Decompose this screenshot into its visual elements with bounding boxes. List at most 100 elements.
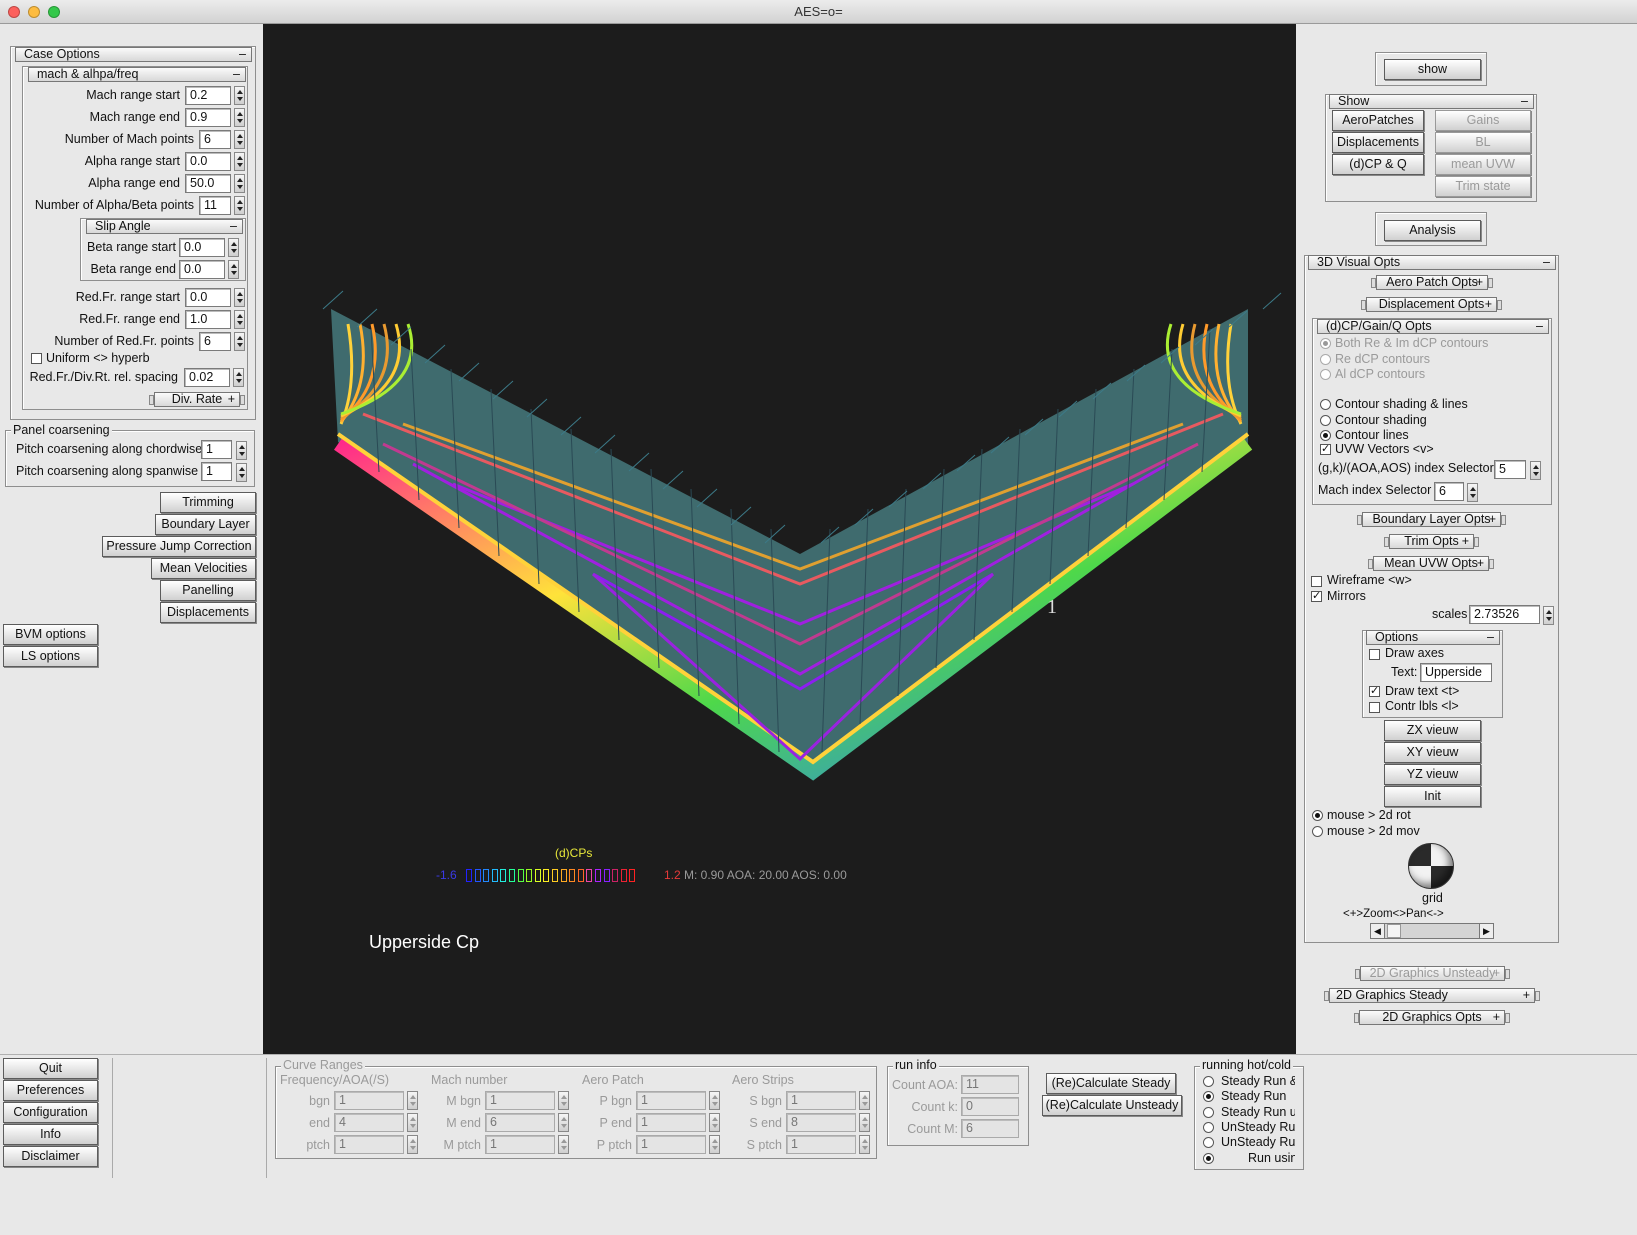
- chordwise-input[interactable]: 1: [201, 440, 232, 459]
- 3d-viewport[interactable]: (d)CPs -1.6 1.2 M: 0.90 AOA: 20.00 AOS: …: [263, 24, 1296, 1054]
- uvw-vectors-checkbox[interactable]: ✓: [1320, 444, 1331, 455]
- spanwise-spinner[interactable]: [236, 463, 247, 482]
- contour-radio[interactable]: [1320, 399, 1331, 410]
- trim-opts-toggle[interactable]: Trim Opts +: [1384, 534, 1479, 549]
- contour-radio[interactable]: [1320, 414, 1331, 426]
- redfr-spinner[interactable]: [234, 288, 245, 307]
- spacing-spinner[interactable]: [233, 368, 244, 387]
- visual-opts-header[interactable]: 3D Visual Opts –: [1308, 255, 1556, 270]
- chordwise-spinner[interactable]: [236, 441, 247, 460]
- mach-range-start-spinner[interactable]: [234, 86, 245, 105]
- scroll-left-icon[interactable]: ◀: [1371, 924, 1385, 938]
- mirrors-checkbox[interactable]: ✓: [1311, 591, 1322, 602]
- mouse-mode-radio[interactable]: [1312, 826, 1323, 837]
- graphics-unsteady-toggle[interactable]: 2D Graphics Unsteady +: [1355, 966, 1510, 981]
- redfr-input[interactable]: 6: [199, 332, 231, 351]
- running-radio[interactable]: [1203, 1106, 1214, 1118]
- displacement-opts-toggle[interactable]: Displacement Opts +: [1361, 297, 1502, 312]
- show-group-header[interactable]: Show –: [1329, 94, 1534, 109]
- contour-radio[interactable]: [1320, 430, 1331, 441]
- zx-vieuw-button[interactable]: ZX vieuw: [1384, 720, 1481, 741]
- curve-range-spinner[interactable]: [709, 1135, 720, 1154]
- alpha-range-end-spinner[interactable]: [234, 174, 245, 193]
- mean-uvw-opts-toggle[interactable]: Mean UVW Opts +: [1368, 556, 1494, 571]
- aeropatches-button[interactable]: AeroPatches: [1332, 110, 1424, 131]
- calculate-steady-button[interactable]: (Re)Calculate Steady: [1046, 1073, 1176, 1094]
- curve-range-spinner[interactable]: [558, 1091, 569, 1110]
- beta-spinner[interactable]: [228, 238, 239, 257]
- curve-range-spinner[interactable]: [859, 1113, 870, 1132]
- dcp-opts-header[interactable]: (d)CP/Gain/Q Opts –: [1317, 319, 1549, 334]
- div-rate-toggle[interactable]: Div. Rate +: [149, 392, 245, 407]
- boundary-layer-opts-toggle[interactable]: Boundary Layer Opts +: [1357, 512, 1506, 527]
- curve-range-input[interactable]: 1: [636, 1113, 706, 1132]
- graphics-opts-toggle[interactable]: 2D Graphics Opts +: [1354, 1010, 1510, 1025]
- running-radio[interactable]: [1203, 1152, 1214, 1164]
- d-cp-q-button[interactable]: (d)CP & Q: [1332, 154, 1424, 175]
- curve-range-input[interactable]: 1: [334, 1135, 404, 1154]
- spacing-input[interactable]: 0.02: [184, 368, 230, 387]
- scales-input[interactable]: 2.73526: [1469, 605, 1540, 624]
- mean-velocities-button[interactable]: Mean Velocities: [151, 558, 256, 579]
- curve-range-spinner[interactable]: [407, 1135, 418, 1154]
- rotation-ball-icon[interactable]: [1408, 843, 1454, 889]
- contr-lbls-checkbox[interactable]: [1369, 702, 1380, 713]
- dcp-radio[interactable]: [1320, 338, 1331, 349]
- disclaimer-button[interactable]: Disclaimer: [3, 1146, 98, 1167]
- graphics-steady-toggle[interactable]: 2D Graphics Steady +: [1324, 988, 1540, 1003]
- curve-range-input[interactable]: 1: [786, 1135, 856, 1154]
- case-options-header[interactable]: Case Options –: [15, 47, 252, 62]
- number-of-mach-points-spinner[interactable]: [234, 130, 245, 149]
- gains-button[interactable]: Gains: [1435, 110, 1531, 131]
- xy-vieuw-button[interactable]: XY vieuw: [1384, 742, 1481, 763]
- curve-range-input[interactable]: 1: [334, 1091, 404, 1110]
- text-field-input[interactable]: Upperside: [1420, 663, 1492, 682]
- number-of-alpha-beta-points-spinner[interactable]: [234, 196, 245, 215]
- displacements-button[interactable]: Displacements: [160, 602, 256, 623]
- index-selector-spinner[interactable]: [1530, 461, 1541, 480]
- mean-uvw-button[interactable]: mean UVW: [1435, 154, 1531, 175]
- number-of-alpha-beta-points-input[interactable]: 11: [199, 196, 231, 215]
- ls-options-button[interactable]: LS options: [3, 646, 98, 667]
- displacements-button[interactable]: Displacements: [1332, 132, 1424, 153]
- number-of-mach-points-input[interactable]: 6: [199, 130, 231, 149]
- init-button[interactable]: Init: [1384, 786, 1481, 807]
- alpha-range-end-input[interactable]: 50.0: [185, 174, 231, 193]
- options-header[interactable]: Options –: [1366, 630, 1500, 645]
- draw-axes-checkbox[interactable]: [1369, 649, 1380, 660]
- analysis-button[interactable]: Analysis: [1384, 220, 1481, 241]
- curve-range-input[interactable]: 1: [485, 1091, 555, 1110]
- curve-range-spinner[interactable]: [558, 1113, 569, 1132]
- curve-range-input[interactable]: 4: [334, 1113, 404, 1132]
- zoom-pan-scrollbar[interactable]: ◀ ▶: [1370, 923, 1494, 939]
- scroll-right-icon[interactable]: ▶: [1479, 924, 1493, 938]
- redfr-spinner[interactable]: [234, 332, 245, 351]
- slip-angle-header[interactable]: Slip Angle –: [86, 219, 243, 234]
- curve-range-input[interactable]: 1: [636, 1135, 706, 1154]
- wireframe-checkbox[interactable]: [1311, 576, 1322, 587]
- alpha-range-start-spinner[interactable]: [234, 152, 245, 171]
- index-selector-input[interactable]: 5: [1494, 460, 1526, 479]
- curve-range-input[interactable]: 1: [786, 1091, 856, 1110]
- calculate-unsteady-button[interactable]: (Re)Calculate Unsteady: [1042, 1095, 1182, 1116]
- running-radio[interactable]: [1203, 1121, 1214, 1133]
- curve-range-spinner[interactable]: [859, 1135, 870, 1154]
- mach-range-start-input[interactable]: 0.2: [185, 86, 231, 105]
- curve-range-input[interactable]: 1: [485, 1135, 555, 1154]
- redfr-input[interactable]: 0.0: [185, 288, 231, 307]
- draw-text-checkbox[interactable]: ✓: [1369, 686, 1380, 697]
- show-button[interactable]: show: [1384, 59, 1481, 80]
- curve-range-spinner[interactable]: [709, 1091, 720, 1110]
- trim-state-button[interactable]: Trim state: [1435, 176, 1531, 197]
- mouse-mode-radio[interactable]: [1312, 810, 1323, 821]
- beta-input[interactable]: 0.0: [179, 238, 225, 257]
- curve-range-input[interactable]: 8: [786, 1113, 856, 1132]
- trimming-button[interactable]: Trimming: [160, 492, 256, 513]
- scroll-thumb[interactable]: [1387, 924, 1401, 938]
- curve-range-spinner[interactable]: [407, 1091, 418, 1110]
- curve-range-spinner[interactable]: [558, 1135, 569, 1154]
- beta-input[interactable]: 0.0: [179, 260, 225, 279]
- boundary-layer-button[interactable]: Boundary Layer: [155, 514, 256, 535]
- curve-range-spinner[interactable]: [859, 1091, 870, 1110]
- running-radio[interactable]: [1203, 1076, 1214, 1087]
